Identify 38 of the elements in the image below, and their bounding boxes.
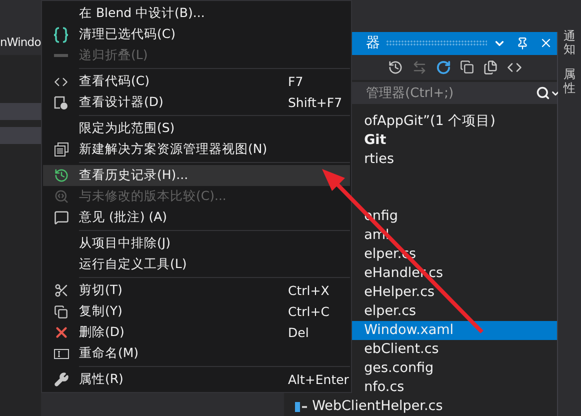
scissors-icon — [54, 283, 68, 298]
rename-icon — [54, 348, 68, 358]
side-tab[interactable]: 通知 — [564, 30, 576, 56]
pin-icon[interactable] — [516, 36, 530, 50]
sync-icon[interactable] — [412, 60, 428, 75]
compare-icon — [54, 189, 68, 204]
side-tab[interactable]: 属性 — [564, 68, 576, 95]
menu-item[interactable]: 重命名(M) — [43, 343, 350, 364]
tree-item[interactable]: WebClientHelper.cs — [284, 397, 558, 416]
menu-item[interactable]: 属性(R) Alt+Enter — [43, 369, 350, 390]
refresh-icon[interactable] — [436, 60, 452, 75]
panel-title: 器 — [366, 34, 380, 52]
menu-item[interactable]: 运行自定义工具(L) — [43, 254, 350, 275]
menu-item[interactable]: 意见 (批注) (A) — [43, 207, 350, 228]
history-icon — [54, 168, 68, 183]
window-stack-icon — [54, 142, 68, 157]
file-icon — [294, 400, 308, 412]
menu-item[interactable]: 查看历史记录(H)... — [43, 165, 350, 186]
comment-icon — [54, 210, 68, 225]
menu-item[interactable]: 在 Blend 中设计(B)... — [43, 3, 350, 24]
menu-item[interactable]: 从项目中排除(J) — [43, 233, 350, 254]
search-field[interactable]: 管理器(Ctrl+;) — [366, 86, 536, 101]
menu-item[interactable]: 剪切(T) Ctrl+X — [43, 280, 350, 301]
collapse-icon[interactable] — [460, 60, 474, 74]
minus-icon — [54, 54, 68, 58]
pages-icon[interactable] — [483, 60, 498, 75]
history-icon[interactable] — [388, 60, 404, 75]
menu-item[interactable]: 清理已选代码(C) — [43, 24, 350, 45]
copy-icon — [54, 304, 68, 318]
search-icon[interactable] — [536, 86, 550, 100]
menu-item[interactable]: 新建解决方案资源管理器视图(N) — [43, 139, 350, 160]
menu-item[interactable]: 查看代码(C) F7 — [43, 71, 350, 92]
braces-icon — [54, 26, 68, 42]
wrench-icon — [54, 372, 68, 387]
menu-item[interactable]: 复制(Y) Ctrl+C — [43, 301, 350, 322]
menu-item[interactable]: 限定为此范围(S) — [43, 118, 350, 139]
menu-item[interactable]: 查看设计器(D) Shift+F7 — [43, 92, 350, 113]
designer-icon — [54, 96, 68, 110]
